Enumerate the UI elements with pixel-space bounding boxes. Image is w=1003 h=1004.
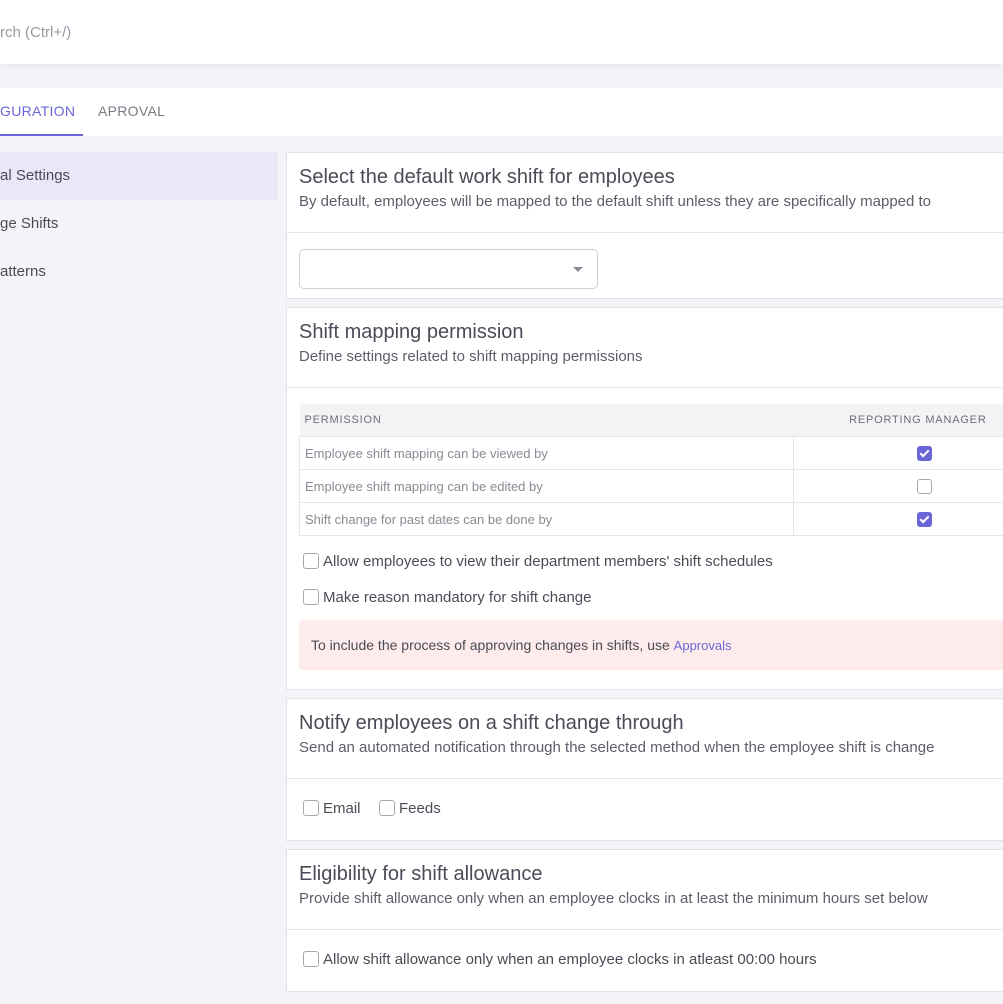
approvals-info-banner: To include the process of approving chan… [299,620,1003,670]
option-label: Email [323,800,361,817]
option-reason-mandatory[interactable]: Make reason mandatory for shift change [303,589,591,606]
checkbox[interactable] [303,553,319,569]
notify-card: Notify employees on a shift change throu… [286,698,1003,841]
tab-active-indicator [0,134,83,136]
sidebar-item-patterns[interactable]: atterns [0,248,278,296]
card-header: Notify employees on a shift change throu… [287,699,1003,779]
card-subtitle: Define settings related to shift mapping… [299,348,643,365]
shift-allowance-card: Eligibility for shift allowance Provide … [286,849,1003,992]
card-header: Select the default work shift for employ… [287,153,1003,233]
approvals-link[interactable]: Approvals [674,638,732,653]
card-subtitle: Send an automated notification through t… [299,739,935,756]
sidebar-item-general-settings[interactable]: al Settings [0,152,278,200]
reporting-manager-checkbox[interactable] [916,512,932,527]
mapping-permission-card: Shift mapping permission Define settings… [286,307,1003,690]
checkbox[interactable] [303,800,319,816]
table-header-row: PERMISSION REPORTING MANAGER [299,404,1003,437]
option-label: Allow shift allowance only when an emplo… [323,951,817,968]
search-input[interactable]: rch (Ctrl+/) [0,24,71,41]
sidebar: al Settings ge Shifts atterns [0,152,278,296]
option-view-department-schedules[interactable]: Allow employees to view their department… [303,553,773,570]
permission-label: Employee shift mapping can be edited by [299,469,794,503]
sidebar-item-manage-shifts[interactable]: ge Shifts [0,200,278,248]
permission-cell [792,469,1003,503]
option-email[interactable]: Email [303,800,361,817]
option-label: Feeds [399,800,441,817]
default-shift-select[interactable] [299,249,598,289]
permission-cell [792,436,1003,470]
option-feeds[interactable]: Feeds [379,800,441,817]
tab-approval[interactable]: APROVAL [98,103,165,119]
card-title: Notify employees on a shift change throu… [299,712,684,734]
checkbox[interactable] [303,589,319,605]
checkbox[interactable] [379,800,395,816]
info-text: To include the process of approving chan… [311,637,670,653]
option-label: Make reason mandatory for shift change [323,589,592,606]
permission-label: Employee shift mapping can be viewed by [299,436,794,470]
tab-bar: GURATION APROVAL [0,88,1003,136]
option-allowance-min-hours[interactable]: Allow shift allowance only when an emplo… [303,951,817,968]
card-title: Shift mapping permission [299,321,524,343]
reporting-manager-checkbox[interactable] [916,479,932,494]
top-bar: rch (Ctrl+/) [0,0,1003,64]
option-label: Allow employees to view their department… [323,553,773,570]
reporting-manager-checkbox[interactable] [916,446,932,461]
chevron-down-icon [573,267,583,272]
tab-configuration[interactable]: GURATION [0,103,75,119]
checkbox[interactable] [303,951,319,967]
card-title: Eligibility for shift allowance [299,863,543,885]
card-header: Eligibility for shift allowance Provide … [287,850,1003,930]
table-row: Shift change for past dates can be done … [299,502,1003,536]
permission-label: Shift change for past dates can be done … [299,502,794,536]
column-header-reporting-manager: REPORTING MANAGER [793,404,1003,437]
permission-cell [792,502,1003,536]
card-subtitle: Provide shift allowance only when an emp… [299,890,928,907]
card-title: Select the default work shift for employ… [299,166,675,188]
column-header-permission: PERMISSION [299,404,794,437]
card-subtitle: By default, employees will be mapped to … [299,193,932,210]
default-shift-card: Select the default work shift for employ… [286,152,1003,299]
permission-table: PERMISSION REPORTING MANAGER Employee sh… [299,404,1003,536]
table-row: Employee shift mapping can be viewed by [299,436,1003,470]
table-row: Employee shift mapping can be edited by [299,469,1003,503]
card-header: Shift mapping permission Define settings… [287,308,1003,388]
